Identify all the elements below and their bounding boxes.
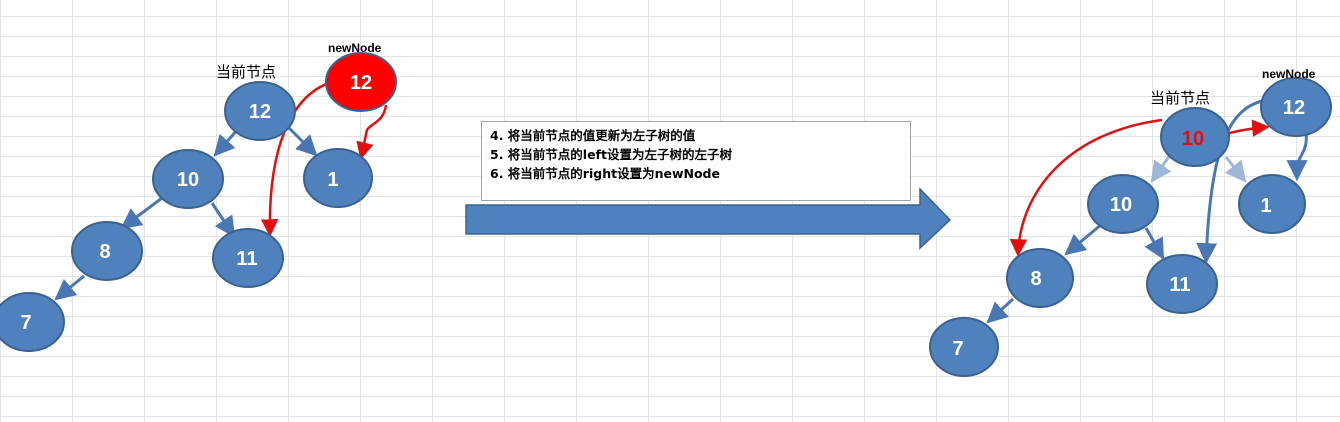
new-node-label: newNode xyxy=(328,41,382,55)
current-node-label: 当前节点 xyxy=(216,63,276,81)
after-node-left-left-left: 7 xyxy=(929,317,999,377)
edge-10-11-after xyxy=(1144,227,1165,260)
after-node-left: 10 xyxy=(1087,174,1159,234)
node-left-label: 10 xyxy=(177,169,199,191)
edge-10-11 xyxy=(210,202,236,238)
node-left-left-left-label: 7 xyxy=(20,312,31,334)
step-6: 6. 将当前节点的right设置为newNode xyxy=(490,166,720,181)
after-node-left-right: 11 xyxy=(1146,254,1218,314)
red-arrow-new-to-1 xyxy=(356,104,388,160)
step-4: 4. 将当前节点的值更新为左子树的值 xyxy=(490,128,696,143)
after-node-new-label: 12 xyxy=(1283,97,1305,119)
node-left-left-left: 7 xyxy=(0,292,65,352)
node-root: 12 xyxy=(224,81,296,141)
node-left-right: 11 xyxy=(212,228,284,288)
after-node-left-right-label: 11 xyxy=(1169,274,1190,296)
node-left-left: 8 xyxy=(71,221,143,281)
edge-8-7-after xyxy=(986,297,1015,324)
node-left: 10 xyxy=(152,149,224,209)
after-tree: 10 10 1 8 11 7 12 当前节点 newNode xyxy=(929,67,1332,377)
after-node-root: 10 xyxy=(1160,107,1230,167)
after-node-left-left: 8 xyxy=(1006,248,1074,308)
after-node-left-left-left-label: 7 xyxy=(952,338,963,360)
after-node-right-label: 1 xyxy=(1260,195,1271,217)
tree-transform-diagram: 12 10 1 8 11 7 12 当前节点 newNode 10 10 1 8… xyxy=(0,41,1332,377)
node-left-right-label: 11 xyxy=(236,248,257,270)
after-new-node-label: newNode xyxy=(1262,67,1316,81)
after-node-root-label: 10 xyxy=(1182,128,1204,150)
node-left-left-label: 8 xyxy=(99,241,110,263)
before-tree: 12 10 1 8 11 7 12 当前节点 newNode xyxy=(0,41,397,352)
after-node-left-label: 10 xyxy=(1110,194,1132,216)
edge-10-8 xyxy=(120,196,163,230)
faded-edge-root-10 xyxy=(1150,154,1172,183)
edge-10-8-after xyxy=(1064,222,1103,256)
edge-12-1 xyxy=(285,124,318,157)
node-right-label: 1 xyxy=(327,169,338,191)
after-node-new: 12 xyxy=(1260,77,1332,137)
after-node-left-left-label: 8 xyxy=(1030,268,1041,290)
node-root-label: 12 xyxy=(249,101,271,123)
step-5: 5. 将当前节点的left设置为左子树的左子树 xyxy=(490,147,732,162)
after-node-right: 1 xyxy=(1238,174,1306,234)
red-arrow-root-to-new xyxy=(1225,119,1270,137)
steps-textbox: 4. 将当前节点的值更新为左子树的值 5. 将当前节点的left设置为左子树的左… xyxy=(481,121,911,201)
edge-8-7 xyxy=(54,274,85,301)
node-right: 1 xyxy=(303,148,373,208)
faded-edge-root-1 xyxy=(1224,156,1247,183)
node-new-label: 12 xyxy=(350,72,372,94)
after-current-node-label: 当前节点 xyxy=(1150,89,1210,107)
node-new: 12 xyxy=(325,52,397,112)
